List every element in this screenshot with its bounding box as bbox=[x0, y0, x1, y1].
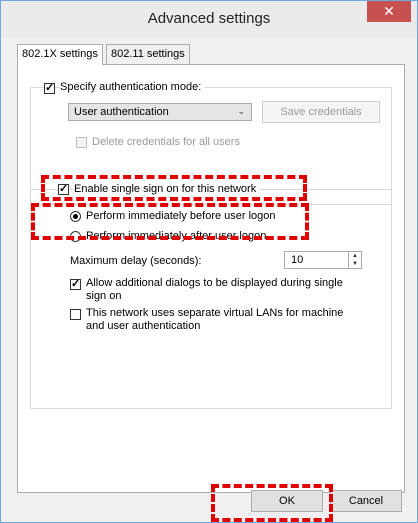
cancel-button[interactable]: Cancel bbox=[330, 490, 402, 512]
chevron-down-icon: ⌄ bbox=[237, 106, 245, 116]
perform-before-logon-radio[interactable] bbox=[70, 211, 81, 222]
tab-802-1x-settings[interactable]: 802.1X settings bbox=[17, 44, 103, 65]
title-bar[interactable]: Advanced settings ✕ bbox=[1, 1, 417, 37]
delete-credentials-label: Delete credentials for all users bbox=[92, 136, 240, 148]
close-icon: ✕ bbox=[383, 3, 395, 19]
delete-credentials-checkbox[interactable] bbox=[76, 137, 87, 148]
advanced-settings-dialog: Advanced settings ✕ 802.1X settings 802.… bbox=[0, 0, 418, 523]
spin-down-icon[interactable]: ▼ bbox=[348, 260, 361, 268]
max-delay-label: Maximum delay (seconds): bbox=[70, 255, 202, 267]
specify-auth-mode-label: Specify authentication mode: bbox=[60, 81, 205, 93]
dialog-body: 802.1X settings 802.11 settings Specify … bbox=[9, 37, 409, 518]
sso-groupbox bbox=[30, 189, 392, 409]
separate-vlans-checkbox[interactable] bbox=[70, 309, 81, 320]
ok-button[interactable]: OK bbox=[251, 490, 323, 512]
separate-vlans-label-line1: This network uses separate virtual LANs … bbox=[86, 307, 344, 319]
separate-vlans-label-line2: and user authentication bbox=[86, 320, 201, 332]
dialog-title: Advanced settings bbox=[147, 10, 271, 27]
enable-sso-label: Enable single sign on for this network bbox=[74, 183, 260, 195]
tab-802-11-settings[interactable]: 802.11 settings bbox=[106, 44, 190, 64]
allow-dialogs-label-line2: sign on bbox=[86, 290, 122, 302]
max-delay-spinner[interactable]: 10 ▲ ▼ bbox=[284, 251, 362, 269]
perform-before-logon-label: Perform immediately before user logon bbox=[86, 210, 276, 222]
perform-after-logon-label: Perform immediately after user logon bbox=[86, 230, 267, 242]
close-button[interactable]: ✕ bbox=[367, 1, 411, 22]
spin-up-icon[interactable]: ▲ bbox=[348, 252, 361, 260]
save-credentials-button[interactable]: Save credentials bbox=[262, 101, 380, 123]
max-delay-value: 10 bbox=[291, 254, 304, 266]
allow-dialogs-checkbox[interactable] bbox=[70, 277, 81, 290]
perform-after-logon-radio[interactable] bbox=[70, 231, 81, 242]
auth-mode-dropdown[interactable]: User authentication ⌄ bbox=[68, 103, 252, 121]
enable-sso-checkbox[interactable] bbox=[58, 182, 69, 195]
allow-dialogs-label-line1: Allow additional dialogs to be displayed… bbox=[86, 277, 343, 289]
specify-auth-mode-checkbox[interactable] bbox=[44, 81, 55, 94]
auth-mode-value: User authentication bbox=[74, 106, 169, 118]
tab-panel: Specify authentication mode: User authen… bbox=[17, 64, 405, 493]
